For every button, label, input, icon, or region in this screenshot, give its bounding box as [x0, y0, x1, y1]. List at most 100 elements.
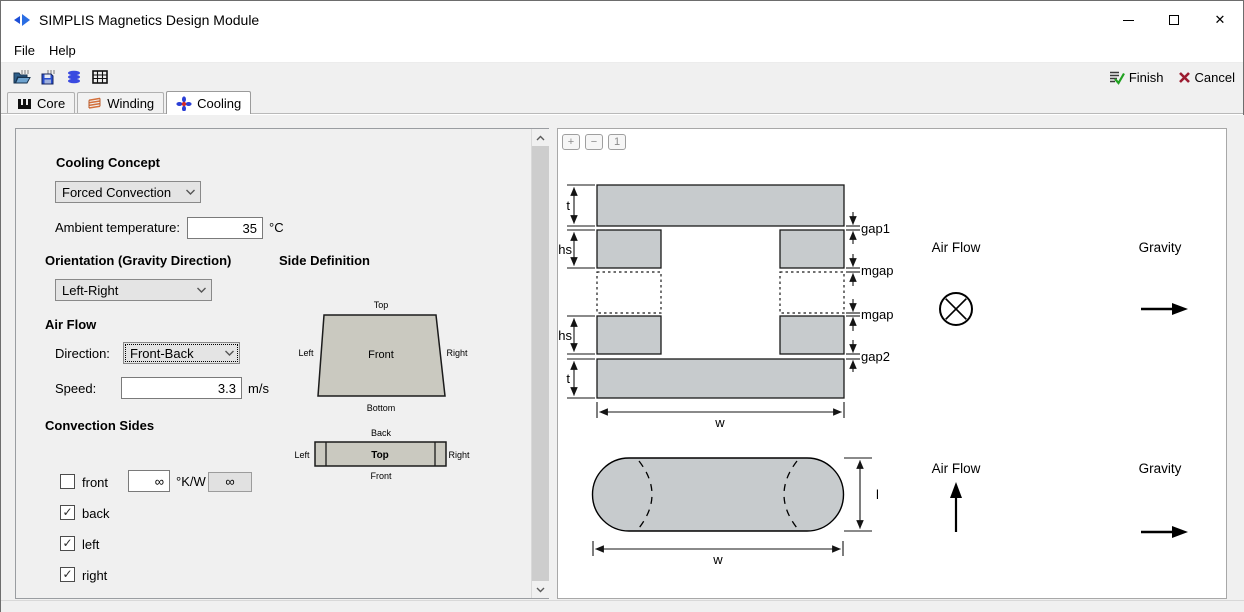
tab-core[interactable]: Core	[7, 92, 75, 113]
database-button[interactable]	[61, 65, 87, 89]
tab-bar: Core Winding Cooling	[1, 91, 1243, 114]
svg-text:gap2: gap2	[861, 349, 890, 364]
orientation-value: Left-Right	[62, 283, 118, 298]
infinity-button[interactable]: ∞	[208, 472, 252, 492]
ambient-temperature-input[interactable]	[187, 217, 263, 239]
chevron-down-icon	[196, 286, 207, 294]
diagram-panel: + − 1	[557, 128, 1227, 599]
gravity-right-arrow-icon	[1141, 526, 1188, 538]
tab-winding[interactable]: Winding	[77, 92, 164, 113]
svg-text:Top: Top	[374, 300, 389, 310]
menu-bar: File Help	[1, 39, 1243, 63]
svg-text:hs: hs	[559, 328, 572, 343]
save-button[interactable]	[35, 65, 61, 89]
tab-cooling-label: Cooling	[197, 96, 241, 111]
cancel-label: Cancel	[1195, 70, 1235, 85]
svg-text:t: t	[566, 198, 570, 213]
svg-text:Front: Front	[368, 349, 394, 361]
svg-text:Left: Left	[294, 450, 310, 460]
orientation-select[interactable]: Left-Right	[55, 279, 212, 301]
cancel-x-icon	[1178, 71, 1191, 84]
side-definition-heading: Side Definition	[279, 253, 370, 268]
cooling-fan-icon	[176, 96, 192, 111]
convection-front-label[interactable]: front	[82, 475, 108, 490]
scroll-up-button[interactable]	[532, 129, 549, 146]
database-icon	[66, 69, 82, 85]
cancel-button[interactable]: Cancel	[1178, 70, 1235, 85]
table-button[interactable]	[87, 65, 113, 89]
svg-text:Front: Front	[370, 471, 392, 481]
tab-cooling[interactable]: Cooling	[166, 91, 251, 114]
svg-text:Gravity: Gravity	[1139, 240, 1182, 255]
zoom-out-button[interactable]: −	[585, 134, 603, 150]
svg-text:Top: Top	[371, 450, 389, 461]
maximize-button[interactable]	[1151, 1, 1197, 39]
svg-text:Left: Left	[298, 348, 314, 358]
ambient-temperature-label: Ambient temperature:	[55, 220, 180, 235]
scroll-down-button[interactable]	[532, 581, 549, 598]
app-icon	[12, 13, 31, 27]
cooling-settings-panel: Cooling Concept Forced Convection Ambien…	[15, 128, 549, 599]
finish-button[interactable]: Finish	[1109, 70, 1164, 85]
zoom-in-button[interactable]: +	[562, 134, 580, 150]
svg-text:Air Flow: Air Flow	[932, 240, 981, 255]
convection-back-checkbox[interactable]: ✓	[60, 505, 75, 520]
table-icon	[92, 69, 109, 85]
svg-text:gap1: gap1	[861, 221, 890, 236]
orientation-heading: Orientation (Gravity Direction)	[45, 253, 231, 268]
svg-text:mgap: mgap	[861, 263, 894, 278]
save-icon	[40, 69, 57, 85]
convection-right-checkbox[interactable]: ✓	[60, 567, 75, 582]
toolbar: Finish Cancel	[1, 63, 1243, 91]
direction-label: Direction:	[55, 346, 110, 361]
speed-unit: m/s	[248, 381, 269, 396]
open-folder-icon	[13, 69, 31, 85]
side-definition-diagram: Top Left Front Right Bottom Back Left To…	[277, 294, 489, 486]
chevron-up-icon	[536, 135, 545, 141]
speed-label: Speed:	[55, 381, 96, 396]
svg-text:l: l	[876, 487, 879, 502]
svg-text:mgap: mgap	[861, 307, 894, 322]
convection-sides-heading: Convection Sides	[45, 418, 154, 433]
zoom-reset-button[interactable]: 1	[608, 134, 626, 150]
convection-back-label[interactable]: back	[82, 506, 109, 521]
open-button[interactable]	[9, 65, 35, 89]
air-flow-direction-value: Front-Back	[130, 346, 194, 361]
scrollbar-thumb[interactable]	[532, 146, 549, 581]
tab-winding-label: Winding	[107, 96, 154, 111]
svg-text:Bottom: Bottom	[367, 403, 396, 413]
gravity-right-arrow-icon	[1141, 303, 1188, 315]
title-bar: SIMPLIS Magnetics Design Module ✕	[1, 1, 1243, 39]
cooling-concept-select[interactable]: Forced Convection	[55, 181, 201, 203]
air-flow-direction-select[interactable]: Front-Back	[123, 342, 240, 364]
front-resistance-unit: °K/W	[176, 474, 206, 489]
convection-front-checkbox[interactable]	[60, 474, 75, 489]
svg-text:w: w	[712, 552, 723, 567]
svg-text:w: w	[714, 415, 725, 430]
left-panel-scrollbar	[531, 129, 548, 598]
finish-checklist-icon	[1109, 70, 1125, 85]
minimize-button[interactable]	[1105, 1, 1151, 39]
air-flow-speed-input[interactable]	[121, 377, 242, 399]
close-icon: ✕	[1215, 12, 1226, 28]
close-button[interactable]: ✕	[1197, 1, 1243, 39]
convection-right-label[interactable]: right	[82, 568, 107, 583]
core-geometry-diagram: t hs hs t gap1 mgap mgap gap	[559, 155, 1227, 597]
svg-text:Right: Right	[448, 450, 470, 460]
front-resistance-input[interactable]	[128, 470, 170, 492]
svg-text:Right: Right	[446, 348, 468, 358]
minimize-icon	[1123, 20, 1134, 21]
cooling-concept-value: Forced Convection	[62, 185, 171, 200]
diagram-zoom-toolbar: + − 1	[562, 134, 626, 150]
tab-core-label: Core	[37, 96, 65, 111]
convection-left-label[interactable]: left	[82, 537, 99, 552]
menu-help[interactable]: Help	[42, 40, 83, 61]
winding-icon	[87, 96, 102, 110]
convection-left-checkbox[interactable]: ✓	[60, 536, 75, 551]
menu-file[interactable]: File	[7, 40, 42, 61]
cooling-page: Cooling Concept Forced Convection Ambien…	[1, 115, 1244, 600]
svg-text:Air Flow: Air Flow	[932, 461, 981, 476]
air-flow-heading: Air Flow	[45, 317, 96, 332]
chevron-down-icon	[185, 188, 196, 196]
chevron-down-icon	[536, 587, 545, 593]
